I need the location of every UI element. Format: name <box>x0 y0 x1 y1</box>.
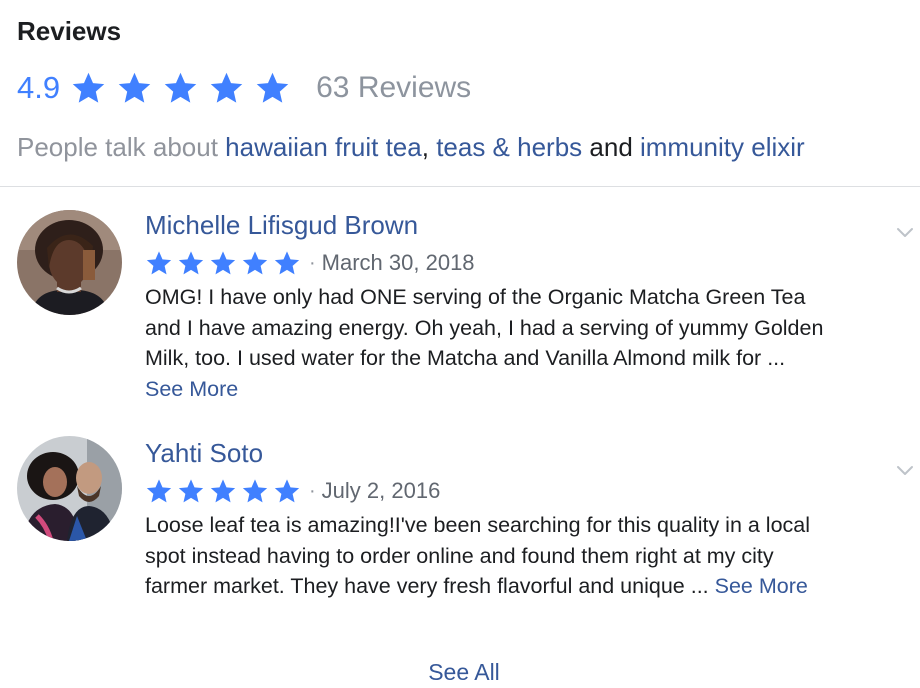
reviewer-name[interactable]: Yahti Soto <box>145 436 905 470</box>
review-meta: · July 2, 2016 <box>145 476 905 506</box>
reviews-panel: Reviews 4.9 63 Reviews People talk about… <box>0 0 920 688</box>
star-icon <box>162 71 199 106</box>
star-icon <box>254 71 291 106</box>
section-title: Reviews <box>17 16 122 46</box>
review-text: OMG! I have only had ONE serving of the … <box>145 282 905 404</box>
review-date[interactable]: July 2, 2016 <box>322 478 441 504</box>
topics-summary: People talk about hawaiian fruit tea, te… <box>17 130 805 164</box>
star-icon <box>273 250 301 277</box>
reviewer-name[interactable]: Michelle Lifisgud Brown <box>145 208 905 242</box>
star-icon <box>241 478 269 505</box>
star-icon <box>145 250 173 277</box>
star-icon <box>208 71 245 106</box>
review-text-line: Loose leaf tea is amazing!I've been sear… <box>145 513 811 537</box>
divider <box>0 186 920 187</box>
review-text-line: spot instead having to order online and … <box>145 543 774 568</box>
star-icon <box>241 250 269 277</box>
meta-dot: · <box>309 479 316 502</box>
rating-summary: 4.9 63 Reviews <box>17 66 471 110</box>
profile-photo-icon <box>17 436 122 541</box>
review-content: Yahti Soto · July 2, 2016 Loose leaf tea… <box>145 436 905 602</box>
avatar[interactable] <box>17 210 122 315</box>
star-icon <box>177 250 205 277</box>
star-icon <box>70 71 107 106</box>
chevron-down-icon[interactable] <box>894 460 916 482</box>
review-meta: · March 30, 2018 <box>145 248 905 278</box>
avatar[interactable] <box>17 436 122 541</box>
review-text-line: farmer market. They have very fresh flav… <box>145 574 709 598</box>
see-more-link[interactable]: See More <box>715 574 808 598</box>
review-text-line: Milk, too. I used water for the Matcha a… <box>145 346 786 370</box>
review-text-line: and I have amazing energy. Oh yeah, I ha… <box>145 315 824 340</box>
chevron-down-icon[interactable] <box>894 222 916 244</box>
rating-score: 4.9 <box>17 70 61 105</box>
see-all-link[interactable]: See All <box>0 656 920 688</box>
star-icon <box>116 71 153 106</box>
topics-prefix: People talk about <box>17 132 226 162</box>
see-more-link[interactable]: See More <box>145 377 238 401</box>
topic-link-hawaiian-fruit-tea[interactable]: hawaiian fruit tea <box>225 132 422 162</box>
topic-link-teas-herbs[interactable]: teas & herbs <box>436 132 582 162</box>
topics-separator: and <box>582 132 640 162</box>
star-icon <box>209 250 237 277</box>
rating-stars <box>70 71 291 106</box>
star-icon <box>273 478 301 505</box>
review-content: Michelle Lifisgud Brown · March 30, 2018… <box>145 208 905 404</box>
profile-photo-icon <box>17 210 122 315</box>
review-text-line: OMG! I have only had ONE serving of the … <box>145 285 806 309</box>
review-date[interactable]: March 30, 2018 <box>322 250 475 276</box>
star-icon <box>209 478 237 505</box>
meta-dot: · <box>309 251 316 274</box>
star-icon <box>145 478 173 505</box>
review-stars <box>145 250 301 277</box>
review-stars <box>145 478 301 505</box>
review-text: Loose leaf tea is amazing!I've been sear… <box>145 510 905 602</box>
topics-separator: , <box>421 132 429 162</box>
star-icon <box>177 478 205 505</box>
topic-link-immunity-elixir[interactable]: immunity elixir <box>640 132 805 162</box>
review-count: 63 Reviews <box>316 71 472 104</box>
